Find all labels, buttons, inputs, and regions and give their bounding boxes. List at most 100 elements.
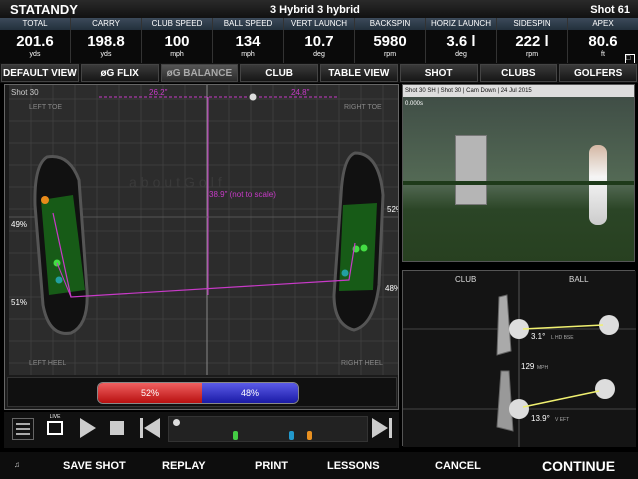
left-toe-marker: [41, 196, 49, 204]
golfer: [589, 145, 607, 225]
stat-value: 198.8: [87, 33, 125, 50]
tab-g-balance[interactable]: øG BALANCE: [160, 64, 239, 82]
weight-balance-bar: 52% 48%: [97, 382, 299, 404]
balance-grid: aboutGolf 26.2" 24.8" 38.9" (not to scal…: [9, 85, 399, 375]
stat-unit: mph: [170, 51, 184, 58]
balance-panel: aboutGolf 26.2" 24.8" 38.9" (not to scal…: [4, 84, 399, 410]
save-shot-button[interactable]: SAVE SHOT: [63, 460, 126, 472]
continue-button[interactable]: CONTINUE: [542, 458, 615, 474]
left-toe-label: LEFT TOE: [29, 104, 62, 111]
stat-value: 222 l: [515, 33, 549, 50]
replay-button[interactable]: REPLAY: [162, 460, 206, 472]
player-name: STATANDY: [10, 2, 78, 17]
left-heel-label: LEFT HEEL: [29, 360, 66, 367]
stat-value: 134: [235, 33, 261, 50]
stats-row: TOTAL 201.6 yds CARRY 198.8 yds CLUB SPEED 10…: [0, 18, 638, 66]
club-header: CLUB: [455, 275, 476, 284]
stat-value: 5980: [373, 33, 407, 50]
stat-value: 201.6: [16, 33, 54, 50]
stat-value: 80.6: [588, 33, 618, 50]
ball-path-marker: [509, 399, 529, 419]
stat-ball-speed: BALL SPEED 134 mph: [213, 18, 284, 63]
stat-value: 100: [164, 33, 190, 50]
shot-number: Shot 61: [590, 4, 630, 16]
top-bar: STATANDY 3 Hybrid 3 hybrid Shot 61: [0, 0, 638, 18]
stat-horiz-launch: HORIZ LAUNCH 3.6 l deg: [426, 18, 497, 63]
menu-icon[interactable]: [12, 418, 34, 440]
stat-value: 10.7: [304, 33, 334, 50]
watermark: aboutGolf: [129, 174, 226, 190]
right-width-label: 24.8": [291, 88, 310, 97]
bottom-bar: ♫ SAVE SHOT REPLAY PRINT LESSONS CANCEL …: [0, 452, 638, 479]
print-button[interactable]: PRINT: [255, 460, 288, 472]
tab-golfers[interactable]: GOLFERS: [559, 64, 637, 82]
right-weight: 48%: [202, 383, 298, 403]
left-bottom-pct: 51%: [11, 298, 27, 307]
stat-label: CLUB SPEED: [142, 18, 212, 30]
logo-icon: ♫: [14, 460, 20, 469]
ball-header: BALL: [569, 275, 589, 284]
right-heel-marker: [341, 269, 349, 277]
right-top-pct: 52%: [387, 205, 399, 214]
stat-label: HORIZ LAUNCH: [426, 18, 496, 30]
stat-total: TOTAL 201.6 yds: [0, 18, 71, 63]
stat-unit: deg: [455, 51, 467, 58]
tab-club-analysis[interactable]: CLUB ANALYSIS: [240, 64, 318, 97]
tab-clubs[interactable]: CLUBS: [479, 64, 558, 82]
face-tag: L HD BSE: [551, 335, 574, 341]
tab-default-view[interactable]: DEFAULT VIEW: [1, 64, 79, 82]
screen-panel: [455, 135, 487, 205]
view-tabs: DEFAULT VIEW øG FLIX øG BALANCE CLUB ANA…: [0, 63, 638, 97]
club-speed-unit: MPH: [537, 365, 549, 371]
stat-label: APEX: [568, 18, 638, 30]
horizon: [403, 181, 634, 185]
tab-shot-analysis[interactable]: SHOT ANALYSIS: [399, 64, 478, 97]
cancel-button[interactable]: CANCEL: [435, 460, 481, 472]
stat-unit: yds: [29, 51, 41, 58]
tab-g-flix[interactable]: øG FLIX: [80, 64, 159, 82]
forward-icon[interactable]: [372, 418, 388, 438]
left-heel-marker: [55, 276, 63, 284]
stat-backspin: BACKSPIN 5980 rpm: [355, 18, 426, 63]
swing-video[interactable]: Shot 30 SH | Shot 30 | Cam Down | 24 Jul…: [403, 85, 634, 261]
path-angle: 13.9°: [531, 414, 550, 423]
stat-label: TOTAL: [0, 18, 70, 30]
video-caption: Shot 30 SH | Shot 30 | Cam Down | 24 Jul…: [403, 85, 634, 97]
live-view-button[interactable]: LIVE: [44, 414, 66, 440]
live-label: LIVE: [49, 414, 61, 420]
stat-club-speed: CLUB SPEED 100 mph: [142, 18, 213, 63]
stat-unit: rpm: [525, 51, 539, 58]
right-bottom-pct: 48%: [385, 284, 399, 293]
right-cop-marker: [360, 244, 368, 252]
play-icon[interactable]: [80, 418, 96, 438]
face-angle: 3.1°: [531, 332, 545, 341]
tab-table-view[interactable]: TABLE VIEW: [320, 64, 398, 82]
center-marker: [249, 93, 257, 101]
stop-icon[interactable]: [110, 421, 124, 435]
left-top-pct: 49%: [11, 220, 27, 229]
stat-unit: deg: [313, 51, 325, 58]
stat-unit: mph: [241, 51, 255, 58]
shot-label: Shot 30: [11, 88, 39, 97]
playback-controls: LIVE: [4, 412, 399, 448]
stance-length-label: 38.9" (not to scale): [209, 190, 276, 199]
video-panel[interactable]: Shot 30 SH | Shot 30 | Cam Down | 24 Jul…: [402, 84, 635, 262]
stat-carry: CARRY 198.8 yds: [71, 18, 142, 63]
right-toe-label: RIGHT TOE: [344, 104, 382, 111]
timeline-scrubber[interactable]: [168, 416, 368, 442]
right-heel-label: RIGHT HEEL: [341, 360, 383, 367]
stat-label: BALL SPEED: [213, 18, 283, 30]
stat-sidespin: SIDESPIN 222 l rpm: [497, 18, 568, 63]
club-ball-panel: CLUB BALL 3.1° L HD BSE 129 MPH 13.9° V …: [402, 270, 636, 447]
club-speed: 129: [521, 362, 535, 371]
stat-label: VERT LAUNCH: [284, 18, 354, 30]
club-ball-diagram: CLUB BALL 3.1° L HD BSE 129 MPH 13.9° V …: [403, 271, 636, 447]
stat-label: CARRY: [71, 18, 141, 30]
stat-value: 3.6 l: [446, 33, 476, 50]
ball-path-target: [595, 379, 615, 399]
stat-unit: rpm: [383, 51, 397, 58]
rewind-icon[interactable]: [140, 418, 143, 438]
stat-vert-launch: VERT LAUNCH 10.7 deg: [284, 18, 355, 63]
lessons-button[interactable]: LESSONS: [327, 460, 380, 472]
club-name: 3 Hybrid 3 hybrid: [270, 4, 360, 16]
